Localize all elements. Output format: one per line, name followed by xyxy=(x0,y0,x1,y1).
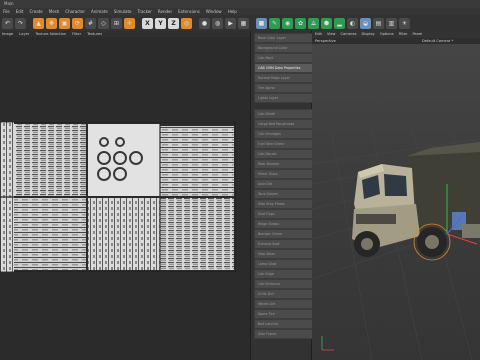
layer-item[interactable]: Bed Latches xyxy=(254,319,314,329)
menu-mesh[interactable]: Mesh xyxy=(49,8,60,15)
redo-icon[interactable]: ↷ xyxy=(15,17,26,29)
uv-tile-7 xyxy=(160,198,234,270)
layer-item[interactable]: Mud Flaps xyxy=(254,209,314,219)
window-title-bar: Main xyxy=(0,0,480,8)
uv-tile-2 xyxy=(14,124,86,196)
layer-item[interactable]: Side Frame xyxy=(254,329,314,339)
window-title: Main xyxy=(4,1,14,6)
y-axis-toggle[interactable]: Y xyxy=(155,17,166,29)
viewport-menu-cameras[interactable]: Cameras xyxy=(341,31,357,38)
layer-item[interactable]: Mirror Glass xyxy=(254,169,314,179)
render-picture-viewer-icon[interactable]: ▦ xyxy=(238,17,249,29)
uv-tile-4 xyxy=(160,126,234,196)
undo-icon[interactable]: ↶ xyxy=(2,17,13,29)
texture-mode-icon[interactable]: ▤ xyxy=(373,17,384,29)
main-menu-bar: File Edit Create Mesh Character Animate … xyxy=(0,8,480,15)
select-arrow-icon[interactable]: ▲ xyxy=(33,17,44,29)
record-keyframe-icon[interactable]: ● xyxy=(199,17,210,29)
menu-file[interactable]: File xyxy=(3,8,10,15)
deformer-icon[interactable]: ⟁ xyxy=(308,17,319,29)
layer-item[interactable]: Tank Stripes xyxy=(254,189,314,199)
3d-viewport[interactable] xyxy=(312,44,480,360)
layer-item[interactable]: Grille Dirt xyxy=(254,289,314,299)
layer-item[interactable]: Cab Detail xyxy=(254,109,314,119)
floor-icon[interactable]: ▂ xyxy=(334,17,345,29)
viewport-menu-edit[interactable]: Edit xyxy=(315,31,322,38)
viewport-menu-filter[interactable]: Filter xyxy=(399,31,408,38)
sky-icon[interactable]: ◒ xyxy=(360,17,371,29)
layer-item[interactable]: Cab Edge xyxy=(254,269,314,279)
render-view-icon[interactable]: ▶ xyxy=(225,17,236,29)
uv-tile-6 xyxy=(88,198,160,270)
layer-item[interactable]: Cab Paint xyxy=(254,53,314,63)
layer-item[interactable]: Spare Tire xyxy=(254,309,314,319)
snap-icon[interactable]: ◇ xyxy=(98,17,109,29)
viewport-menu-options[interactable]: Options xyxy=(380,31,394,38)
layout-icon[interactable]: ▥ xyxy=(386,17,397,29)
uv-tile-5 xyxy=(14,198,86,270)
layer-item[interactable]: Lamp Glow xyxy=(254,259,314,269)
layer-item[interactable]: Normal Maps Layer xyxy=(254,73,314,83)
cube-icon[interactable]: ■ xyxy=(256,17,267,29)
layer-item[interactable]: Cab Decals xyxy=(254,149,314,159)
menu-create[interactable]: Create xyxy=(29,8,42,15)
scale-icon[interactable]: ▣ xyxy=(59,17,70,29)
layer-item[interactable]: Fuel Tank Grime xyxy=(254,139,314,149)
layer-item[interactable]: Cab Emissive xyxy=(254,279,314,289)
x-axis-toggle[interactable]: X xyxy=(142,17,153,29)
menu-animate[interactable]: Animate xyxy=(91,8,108,15)
layer-item[interactable]: Axle Dirt xyxy=(254,179,314,189)
menu-extensions[interactable]: Extensions xyxy=(178,8,200,15)
layer-item[interactable]: Bumper Grime xyxy=(254,229,314,239)
viewport-menu-display[interactable]: Display xyxy=(361,31,374,38)
layer-item[interactable]: Cab Smudges xyxy=(254,129,314,139)
menu-window[interactable]: Window xyxy=(206,8,222,15)
light-icon[interactable]: ☀ xyxy=(399,17,410,29)
main-toolbar: ↶ ↷ ▲ ✥ ▣ ⟳ # ◇ ⊞ ✛ X Y Z ◎ ● ◍ ▶ ▦ ■ ✎ … xyxy=(0,15,480,31)
layer-item[interactable]: Cargo Bed Roughness xyxy=(254,119,314,129)
viewport-menu-view[interactable]: View xyxy=(327,31,336,38)
layer-item[interactable]: Rear Bumper xyxy=(254,159,314,169)
camera-icon[interactable]: ◐ xyxy=(347,17,358,29)
layer-item[interactable]: Lights Layer xyxy=(254,93,314,103)
layer-item[interactable]: Ridge Straps xyxy=(254,219,314,229)
viewport-menu-panel[interactable]: Panel xyxy=(413,31,423,38)
layer-item[interactable]: Side Step Plates xyxy=(254,199,314,209)
truck-model xyxy=(352,142,480,261)
z-axis-toggle[interactable]: Z xyxy=(168,17,179,29)
menu-help[interactable]: Help xyxy=(228,8,237,15)
menu-simulate[interactable]: Simulate xyxy=(114,8,132,15)
rotate-icon[interactable]: ⟳ xyxy=(72,17,83,29)
array-icon[interactable]: ✿ xyxy=(295,17,306,29)
menu-tracker[interactable]: Tracker xyxy=(137,8,151,15)
viewport-menu: Edit View Cameras Display Options Filter… xyxy=(312,31,480,38)
view-axis-indicator xyxy=(321,336,334,351)
grid-icon[interactable]: # xyxy=(85,17,96,29)
move-icon[interactable]: ✥ xyxy=(46,17,57,29)
layers-panel: Base Color Layer Background Color Cab Pa… xyxy=(250,31,314,360)
viewport-scene xyxy=(312,125,480,360)
nurbs-icon[interactable]: ◉ xyxy=(282,17,293,29)
uv-texture-atlas[interactable] xyxy=(0,122,236,272)
menu-edit[interactable]: Edit xyxy=(16,8,24,15)
mode-icon[interactable]: ⊞ xyxy=(111,17,122,29)
layer-item[interactable]: Wheel Dirt xyxy=(254,299,314,309)
menu-character[interactable]: Character xyxy=(65,8,85,15)
layer-item-selected[interactable]: CAB CMM Data Properties xyxy=(254,63,314,73)
menu-render[interactable]: Render xyxy=(158,8,172,15)
layer-item[interactable]: Step Wear xyxy=(254,249,314,259)
spline-icon[interactable]: ✎ xyxy=(269,17,280,29)
layer-item[interactable]: Base Color Layer xyxy=(254,33,314,43)
scene-icon[interactable]: ⬢ xyxy=(321,17,332,29)
coordinate-system-icon[interactable]: ◎ xyxy=(181,17,192,29)
layer-item[interactable]: Tire Alpha xyxy=(254,83,314,93)
transform-icon[interactable]: ✛ xyxy=(124,17,135,29)
layer-item[interactable]: Exhaust Soot xyxy=(254,239,314,249)
autokey-icon[interactable]: ◍ xyxy=(212,17,223,29)
layer-item[interactable]: Background Color xyxy=(254,43,314,53)
